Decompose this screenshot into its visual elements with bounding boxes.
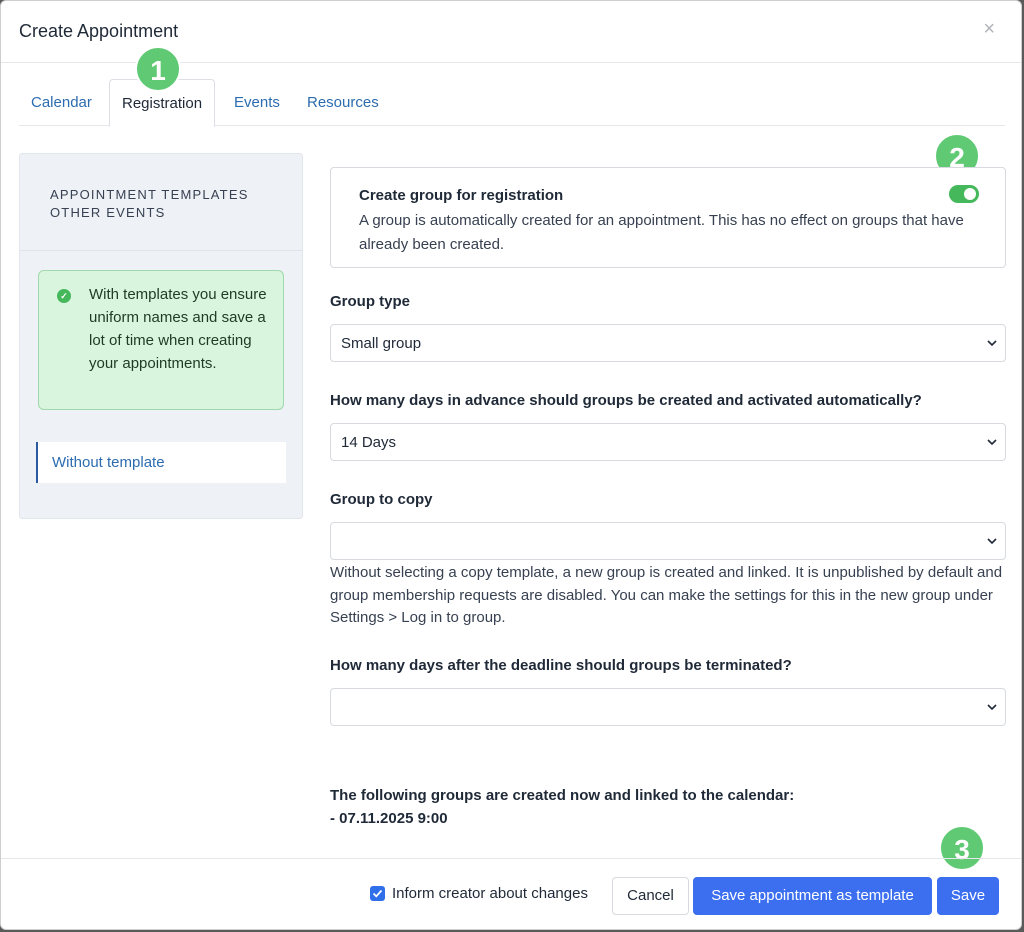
groups-summary-heading: The following groups are created now and… bbox=[330, 787, 795, 804]
toggle-knob bbox=[964, 188, 976, 200]
days-in-advance-value: 14 Days bbox=[341, 434, 397, 451]
step-badge-1: 1 bbox=[135, 46, 181, 92]
tab-calendar[interactable]: Calendar bbox=[19, 79, 104, 126]
days-in-advance-label: How many days in advance should groups b… bbox=[330, 392, 922, 409]
save-button[interactable]: Save bbox=[937, 877, 999, 915]
days-in-advance-select[interactable]: 14 Days bbox=[330, 423, 1006, 461]
create-group-description: A group is automatically created for an … bbox=[359, 212, 964, 253]
tab-events[interactable]: Events bbox=[222, 79, 292, 126]
modal-footer: Inform creator about changes Cancel Save… bbox=[1, 858, 1021, 929]
group-to-copy-help: Without selecting a copy template, a new… bbox=[330, 564, 1003, 626]
groups-summary: The following groups are created now and… bbox=[330, 784, 794, 830]
days-after-deadline-label: How many days after the deadline should … bbox=[330, 657, 792, 674]
template-item-without-template[interactable]: Without template bbox=[36, 442, 286, 483]
chevron-down-icon bbox=[987, 439, 997, 446]
group-type-label: Group type bbox=[330, 293, 411, 310]
check-circle-icon: ✓ bbox=[57, 289, 71, 303]
inform-creator-checkbox[interactable] bbox=[370, 886, 385, 901]
alert-text: With templates you ensure uniform names … bbox=[89, 286, 267, 372]
cancel-button[interactable]: Cancel bbox=[612, 877, 689, 915]
check-icon bbox=[372, 889, 383, 898]
save-as-template-button[interactable]: Save appointment as template bbox=[693, 877, 932, 915]
sidebar-heading-line1: APPOINTMENT TEMPLATES bbox=[50, 187, 249, 202]
create-group-title: Create group for registration bbox=[359, 187, 564, 204]
inform-creator-label[interactable]: Inform creator about changes bbox=[392, 885, 588, 902]
groups-summary-item: - 07.11.2025 9:00 bbox=[330, 810, 448, 827]
tab-resources[interactable]: Resources bbox=[295, 79, 391, 126]
sidebar-divider bbox=[20, 250, 302, 251]
create-group-card: Create group for registration A group is… bbox=[330, 167, 1006, 268]
sidebar-heading-line2: OTHER EVENTS bbox=[50, 205, 166, 220]
chevron-down-icon bbox=[987, 340, 997, 347]
group-to-copy-label: Group to copy bbox=[330, 491, 433, 508]
create-appointment-modal: Create Appointment × Calendar Registrati… bbox=[0, 0, 1022, 930]
group-type-select[interactable]: Small group bbox=[330, 324, 1006, 362]
days-after-deadline-select[interactable] bbox=[330, 688, 1006, 726]
chevron-down-icon bbox=[987, 538, 997, 545]
sidebar-heading: APPOINTMENT TEMPLATES OTHER EVENTS bbox=[50, 186, 249, 222]
create-group-toggle[interactable] bbox=[949, 185, 979, 203]
group-to-copy-select[interactable] bbox=[330, 522, 1006, 560]
chevron-down-icon bbox=[987, 704, 997, 711]
templates-info-alert: ✓ With templates you ensure uniform name… bbox=[38, 270, 284, 410]
template-sidebar: APPOINTMENT TEMPLATES OTHER EVENTS ✓ Wit… bbox=[19, 153, 303, 519]
modal-title: Create Appointment bbox=[19, 21, 179, 41]
group-type-value: Small group bbox=[341, 335, 422, 352]
close-icon[interactable]: × bbox=[983, 19, 995, 39]
